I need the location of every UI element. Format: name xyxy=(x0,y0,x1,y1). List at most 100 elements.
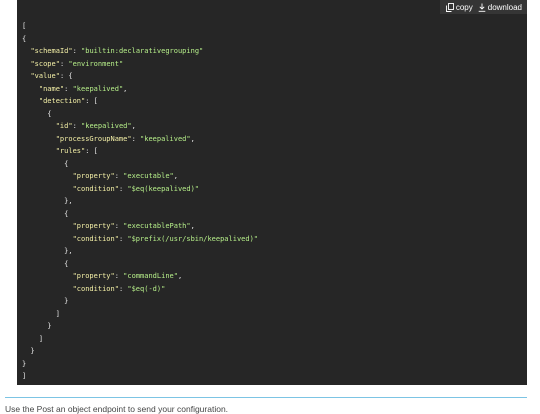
code-line: { xyxy=(22,208,258,221)
copy-icon xyxy=(445,2,454,12)
json-punctuation: , xyxy=(131,122,136,130)
code-line: "rules": [ xyxy=(22,145,258,158)
download-icon xyxy=(478,3,486,12)
code-line: "condition": "$eq(-d)" xyxy=(22,283,258,296)
json-punctuation: { xyxy=(22,159,69,168)
code-line: "condition": "$eq(keepalived)" xyxy=(22,183,258,196)
json-string: "keepalived" xyxy=(140,134,191,143)
json-punctuation: : xyxy=(72,47,82,55)
json-string: "$prefix(/usr/sbin/keepalived)" xyxy=(127,234,259,243)
json-punctuation xyxy=(22,222,73,230)
json-punctuation: { xyxy=(22,109,52,118)
code-line: ] xyxy=(22,308,258,321)
json-punctuation: } xyxy=(22,297,69,305)
json-punctuation xyxy=(22,147,56,155)
code-line: "value": { xyxy=(22,70,258,83)
code-block: copy download [ { "schemaId": "builtin:de… xyxy=(17,0,527,385)
json-punctuation xyxy=(22,272,73,280)
json-key: "condition" xyxy=(72,234,119,243)
json-punctuation xyxy=(22,97,39,105)
json-key: "schemaId" xyxy=(30,47,73,55)
code-toolbar: copy download xyxy=(439,0,527,14)
json-punctuation xyxy=(22,185,73,193)
copy-button[interactable]: copy xyxy=(445,2,473,12)
json-punctuation xyxy=(22,135,56,143)
code-line: }, xyxy=(22,245,258,258)
json-string: "$eq(-d)" xyxy=(127,284,166,293)
json-punctuation: : xyxy=(72,122,82,130)
code-line: "processGroupName": "keepalived", xyxy=(22,133,258,146)
code-line: "schemaId": "builtin:declarativegrouping… xyxy=(22,45,258,58)
json-string: "keepalived" xyxy=(72,84,124,93)
code-line: { xyxy=(22,33,258,46)
json-punctuation: { xyxy=(22,34,27,43)
json-punctuation: , xyxy=(190,222,195,230)
code-line: "id": "keepalived", xyxy=(22,120,258,133)
code-line: ] xyxy=(22,370,258,383)
json-punctuation: , xyxy=(177,272,183,280)
json-punctuation: } xyxy=(22,347,35,355)
json-key: "scope" xyxy=(30,59,60,68)
json-punctuation: : xyxy=(114,172,124,180)
json-key: "value" xyxy=(30,72,60,80)
json-key: "condition" xyxy=(72,284,119,293)
json-punctuation: : [ xyxy=(85,147,98,155)
json-key: "property" xyxy=(72,172,115,180)
json-punctuation: : [ xyxy=(85,97,98,105)
code-line: "name": "keepalived", xyxy=(22,83,258,96)
json-punctuation: { xyxy=(22,209,69,218)
json-punctuation: : xyxy=(114,222,124,230)
code-line: "property": "commandLine", xyxy=(22,270,258,283)
copy-label: copy xyxy=(455,2,473,12)
code-line: "property": "executablePath", xyxy=(22,220,258,233)
json-punctuation: : xyxy=(114,272,124,280)
json-punctuation: : { xyxy=(59,72,73,80)
code-line: } xyxy=(22,345,258,358)
json-punctuation: : xyxy=(64,84,73,93)
json-punctuation: : xyxy=(131,134,141,143)
json-punctuation: } xyxy=(22,322,52,330)
json-punctuation: , xyxy=(123,84,128,93)
json-key: "id" xyxy=(55,122,73,130)
json-punctuation: , xyxy=(190,134,195,143)
divider xyxy=(5,397,527,398)
json-punctuation xyxy=(22,172,73,180)
json-punctuation xyxy=(22,285,73,293)
json-key: "property" xyxy=(72,272,115,280)
json-string: "keepalived" xyxy=(81,122,132,130)
code-line: [ xyxy=(22,20,258,33)
code-line: } xyxy=(22,320,258,333)
json-punctuation: [ xyxy=(22,22,27,30)
json-punctuation xyxy=(22,235,73,243)
json-string: "environment" xyxy=(68,59,124,68)
code-line: } xyxy=(22,295,258,308)
code-line: "detection": [ xyxy=(22,95,258,108)
code-line: "scope": "environment" xyxy=(22,58,258,71)
json-key: "name" xyxy=(38,84,65,93)
json-string: "$eq(keepalived)" xyxy=(127,184,200,193)
code-line: { xyxy=(22,158,258,171)
code-line: { xyxy=(22,258,258,271)
download-button[interactable]: download xyxy=(478,3,522,12)
json-punctuation: } xyxy=(22,359,27,368)
json-key: "rules" xyxy=(55,147,86,155)
json-string: "executable" xyxy=(123,172,174,180)
json-punctuation: }, xyxy=(22,197,73,205)
code-line: "property": "executable", xyxy=(22,170,258,183)
json-punctuation xyxy=(22,122,56,130)
json-punctuation: { xyxy=(22,259,69,268)
code-line: "condition": "$prefix(/usr/sbin/keepaliv… xyxy=(22,233,258,246)
json-punctuation xyxy=(22,85,39,93)
code-line: { xyxy=(22,108,258,121)
json-key: "detection" xyxy=(38,97,86,105)
json-string: "executablePath" xyxy=(123,222,191,230)
json-punctuation: ] xyxy=(22,334,44,343)
json-punctuation: }, xyxy=(22,247,73,255)
json-key: "property" xyxy=(72,222,115,230)
json-code: [ { "schemaId": "builtin:declarativegroup… xyxy=(22,20,258,383)
json-punctuation: , xyxy=(173,172,178,180)
json-punctuation: ] xyxy=(22,372,27,380)
json-punctuation: ] xyxy=(22,309,60,318)
caption-text: Use the Post an object endpoint to send … xyxy=(5,404,229,414)
json-key: "processGroupName" xyxy=(55,134,132,143)
